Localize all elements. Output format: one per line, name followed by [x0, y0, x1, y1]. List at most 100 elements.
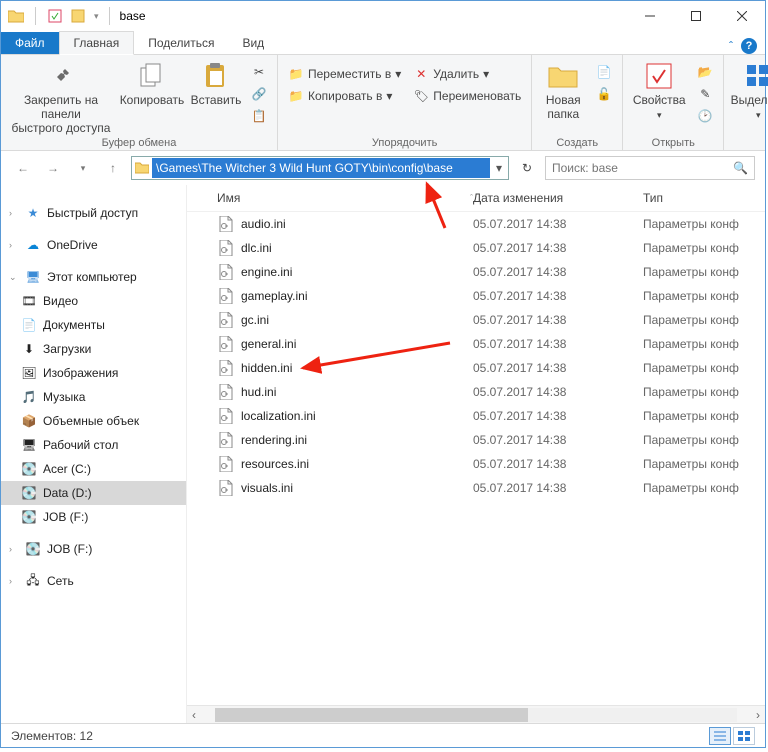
file-date: 05.07.2017 14:38	[473, 289, 643, 303]
maximize-button[interactable]	[673, 1, 719, 31]
forward-button[interactable]: →	[41, 156, 65, 180]
properties-button[interactable]: Свойства▾	[629, 58, 689, 120]
new-item-icon: 📄	[596, 64, 612, 80]
close-button[interactable]	[719, 1, 765, 31]
new-item-button[interactable]: 📄	[592, 62, 616, 82]
file-row[interactable]: gameplay.ini05.07.2017 14:38Параметры ко…	[187, 284, 765, 308]
file-row[interactable]: dlc.ini05.07.2017 14:38Параметры конф	[187, 236, 765, 260]
view-details-button[interactable]	[709, 727, 731, 745]
file-type: Параметры конф	[643, 313, 765, 327]
path-icon: 🔗	[251, 86, 267, 102]
tab-file[interactable]: Файл	[1, 32, 59, 54]
recent-locations-button[interactable]: ▾	[71, 156, 95, 180]
view-large-button[interactable]	[733, 727, 755, 745]
ribbon-collapse-icon[interactable]: ˆ	[729, 39, 733, 53]
file-type: Параметры конф	[643, 289, 765, 303]
address-dropdown-icon[interactable]: ▾	[490, 161, 508, 175]
nav-drive-f[interactable]: 💽JOB (F:)	[1, 505, 186, 529]
tab-home[interactable]: Главная	[59, 31, 135, 55]
nav-drive-c[interactable]: 💽Acer (C:)	[1, 457, 186, 481]
qat-dropdown-icon[interactable]	[70, 7, 88, 25]
col-name[interactable]: Имяˆ	[217, 191, 473, 205]
paste-icon	[200, 60, 232, 92]
easy-access-button[interactable]: 🔓	[592, 84, 616, 104]
back-button[interactable]: ←	[11, 156, 35, 180]
pictures-icon: 🖼	[21, 365, 37, 381]
paste-button[interactable]: Вставить	[189, 58, 243, 108]
delete-button[interactable]: ✕Удалить ▾	[409, 64, 525, 84]
nav-quick-access[interactable]: ›★Быстрый доступ	[1, 201, 186, 225]
rename-button[interactable]: 🏷Переименовать	[409, 86, 525, 106]
pin-quick-access-button[interactable]: Закрепить на панели быстрого доступа	[7, 58, 115, 135]
file-row[interactable]: general.ini05.07.2017 14:38Параметры кон…	[187, 332, 765, 356]
open-button[interactable]: 📂	[693, 62, 717, 82]
history-button[interactable]: 🕑	[693, 106, 717, 126]
scissors-icon: ✂	[251, 64, 267, 80]
file-row[interactable]: gc.ini05.07.2017 14:38Параметры конф	[187, 308, 765, 332]
file-row[interactable]: localization.ini05.07.2017 14:38Параметр…	[187, 404, 765, 428]
minimize-button[interactable]	[627, 1, 673, 31]
file-row[interactable]: audio.ini05.07.2017 14:38Параметры конф	[187, 212, 765, 236]
paste-shortcut-button[interactable]: 📋	[247, 106, 271, 126]
file-date: 05.07.2017 14:38	[473, 265, 643, 279]
address-bar[interactable]: ▾	[131, 156, 509, 180]
file-date: 05.07.2017 14:38	[473, 433, 643, 447]
downloads-icon: ⬇	[21, 341, 37, 357]
copy-path-button[interactable]: 🔗	[247, 84, 271, 104]
nav-onedrive[interactable]: ›☁OneDrive	[1, 233, 186, 257]
nav-network[interactable]: ›🖧Сеть	[1, 569, 186, 593]
select-all-button[interactable]: Выделить▾	[730, 58, 768, 120]
group-new-label: Создать	[538, 135, 616, 149]
help-icon[interactable]: ?	[741, 38, 757, 54]
tab-share[interactable]: Поделиться	[134, 32, 228, 54]
copy-button[interactable]: Копировать	[119, 58, 185, 108]
file-name: general.ini	[241, 337, 473, 351]
horizontal-scrollbar[interactable]: ‹ ›	[187, 705, 765, 723]
nav-music[interactable]: 🎵Музыка	[1, 385, 186, 409]
cut-button[interactable]: ✂	[247, 62, 271, 82]
shortcut-icon: 📋	[251, 108, 267, 124]
file-row[interactable]: visuals.ini05.07.2017 14:38Параметры кон…	[187, 476, 765, 500]
file-row[interactable]: resources.ini05.07.2017 14:38Параметры к…	[187, 452, 765, 476]
address-folder-icon	[132, 162, 152, 174]
nav-3d-objects[interactable]: 📦Объемные объек	[1, 409, 186, 433]
moveto-icon: 📁	[288, 66, 304, 82]
file-row[interactable]: hidden.ini05.07.2017 14:38Параметры конф	[187, 356, 765, 380]
file-date: 05.07.2017 14:38	[473, 313, 643, 327]
file-row[interactable]: rendering.ini05.07.2017 14:38Параметры к…	[187, 428, 765, 452]
search-input[interactable]	[552, 161, 727, 175]
up-button[interactable]: ↑	[101, 156, 125, 180]
nav-drive-f2[interactable]: ›💽JOB (F:)	[1, 537, 186, 561]
nav-pictures[interactable]: 🖼Изображения	[1, 361, 186, 385]
scroll-left-icon[interactable]: ‹	[187, 708, 201, 722]
address-input[interactable]	[152, 158, 490, 178]
new-folder-button[interactable]: Новая папка	[538, 58, 588, 122]
pc-icon: 🖥	[25, 269, 41, 285]
nav-videos[interactable]: 🎞Видео	[1, 289, 186, 313]
cube-icon: 📦	[21, 413, 37, 429]
nav-downloads[interactable]: ⬇Загрузки	[1, 337, 186, 361]
edit-button[interactable]: ✎	[693, 84, 717, 104]
col-type[interactable]: Тип	[643, 191, 765, 205]
qat-expand-icon[interactable]: ▾	[94, 11, 99, 22]
file-row[interactable]: hud.ini05.07.2017 14:38Параметры конф	[187, 380, 765, 404]
scroll-thumb[interactable]	[215, 708, 528, 722]
nav-desktop[interactable]: 🖥Рабочий стол	[1, 433, 186, 457]
copy-to-button[interactable]: 📁Копировать в ▾	[284, 86, 405, 106]
file-row[interactable]: engine.ini05.07.2017 14:38Параметры конф	[187, 260, 765, 284]
file-date: 05.07.2017 14:38	[473, 481, 643, 495]
nav-documents[interactable]: 📄Документы	[1, 313, 186, 337]
col-date[interactable]: Дата изменения	[473, 191, 643, 205]
search-box[interactable]: 🔍	[545, 156, 755, 180]
tab-view[interactable]: Вид	[228, 32, 278, 54]
refresh-button[interactable]: ↻	[515, 156, 539, 180]
qat-properties-icon[interactable]	[46, 7, 64, 25]
file-name: hidden.ini	[241, 361, 473, 375]
nav-this-pc[interactable]: ⌄🖥Этот компьютер	[1, 265, 186, 289]
scroll-right-icon[interactable]: ›	[751, 708, 765, 722]
nav-pane: ›★Быстрый доступ ›☁OneDrive ⌄🖥Этот компь…	[1, 185, 187, 723]
file-list: Имяˆ Дата изменения Тип audio.ini05.07.2…	[187, 185, 765, 723]
move-to-button[interactable]: 📁Переместить в ▾	[284, 64, 405, 84]
ini-file-icon	[217, 263, 235, 281]
nav-drive-d[interactable]: 💽Data (D:)	[1, 481, 186, 505]
